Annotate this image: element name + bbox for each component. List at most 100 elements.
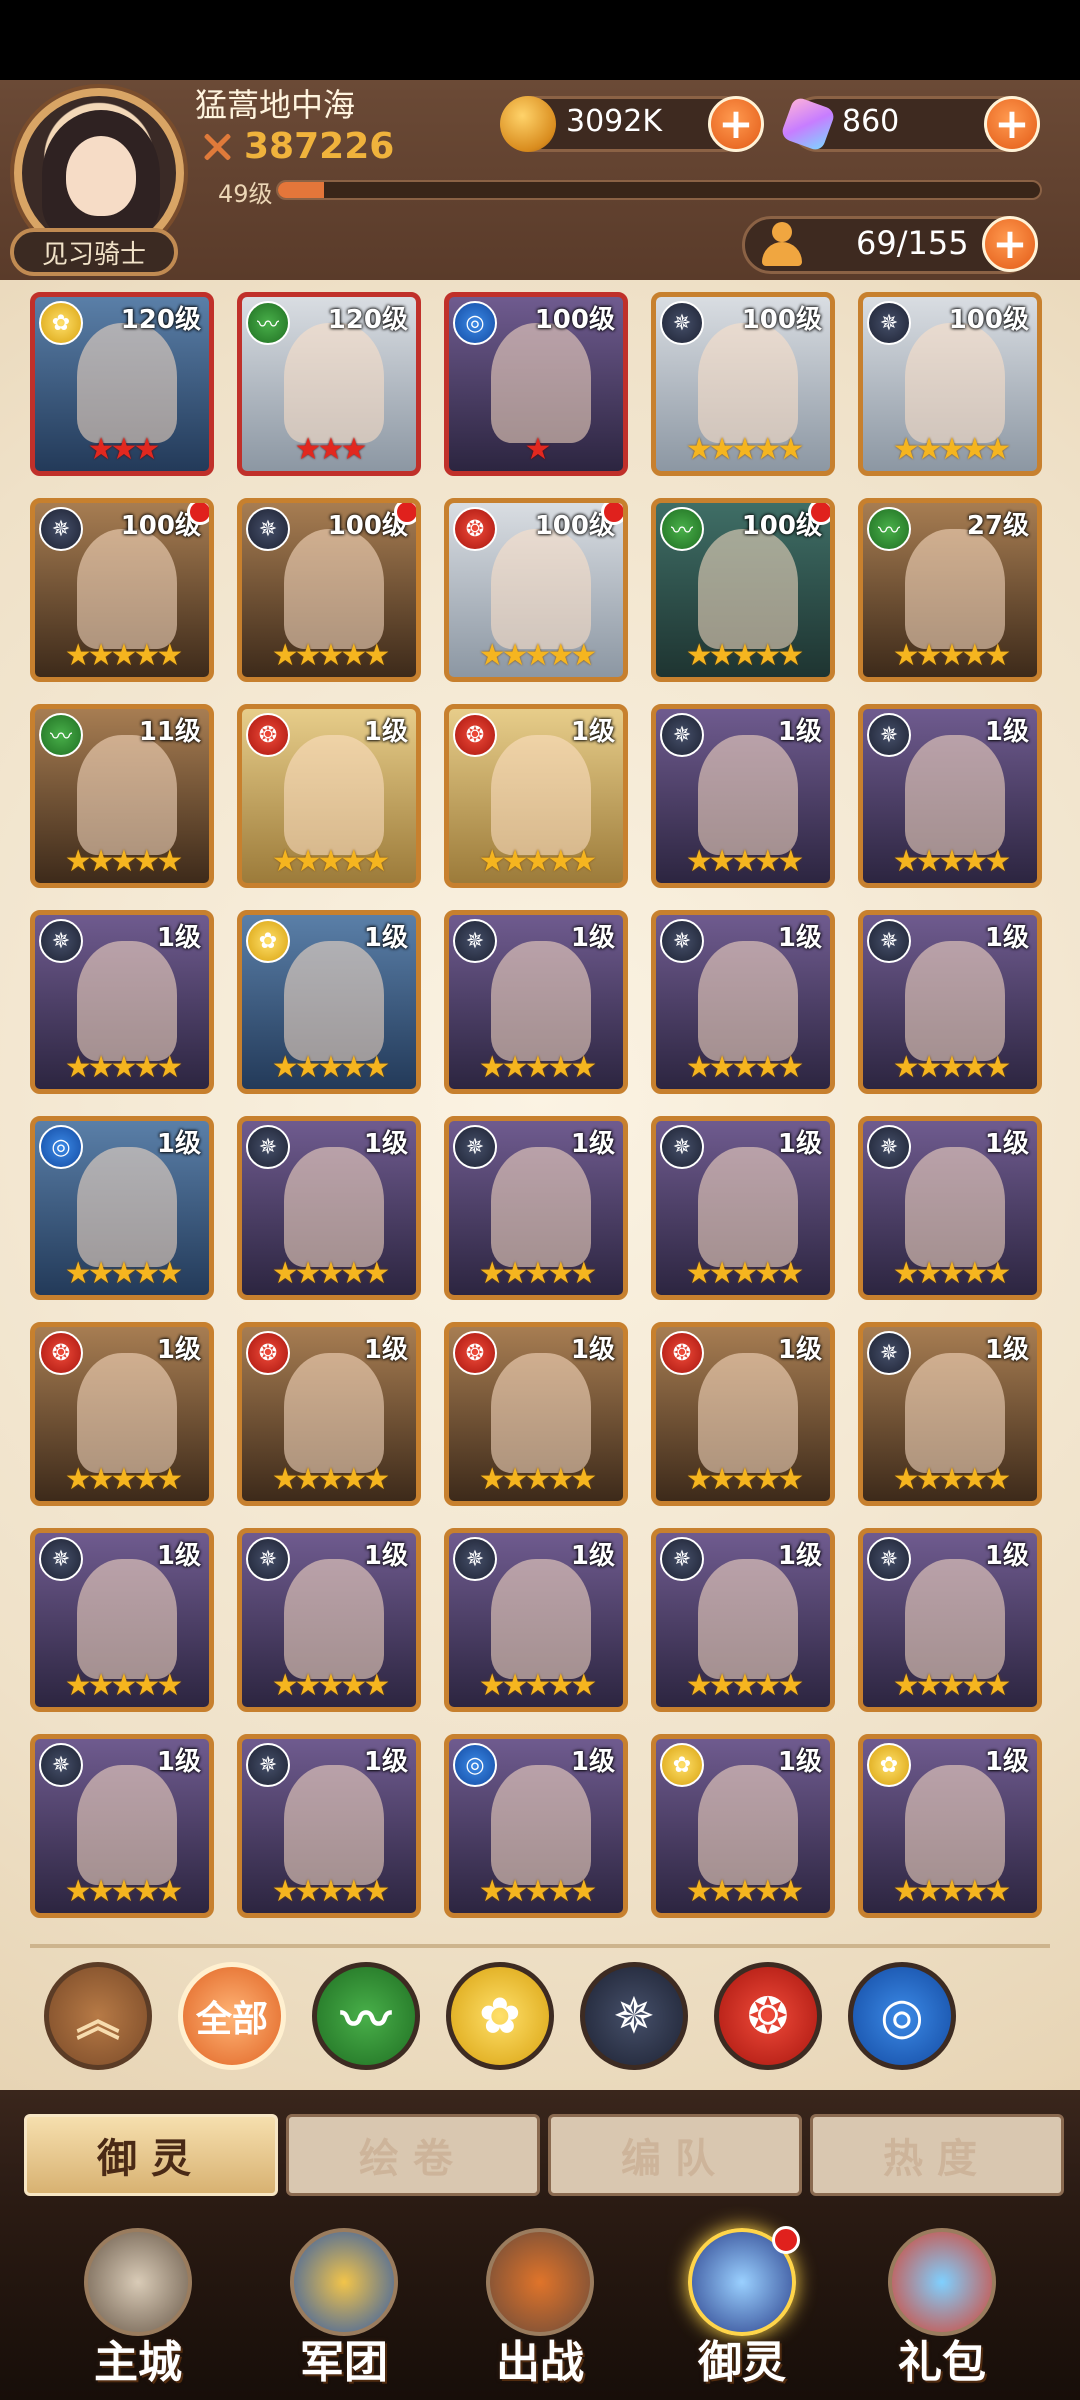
hero-card[interactable]: ✿ 1级 ★★★★★ xyxy=(237,910,421,1094)
hero-card[interactable]: 〰 120级 ★★★ xyxy=(237,292,421,476)
nav-main-city[interactable]: 主城 xyxy=(48,2222,228,2400)
hero-card[interactable]: ✵ 1级 ★★★★★ xyxy=(237,1734,421,1918)
hero-card[interactable]: ◎ 100级 ★ xyxy=(444,292,628,476)
hero-level: 1级 xyxy=(777,717,822,747)
nav-legion[interactable]: 军团 xyxy=(254,2222,434,2400)
add-troop-capacity-button[interactable]: + xyxy=(982,216,1038,272)
add-gold-button[interactable]: + xyxy=(708,96,764,152)
star-rating: ★★★★★ xyxy=(892,1668,1011,1703)
hero-portrait xyxy=(698,323,798,443)
hero-card[interactable]: ✵ 1级 ★★★★★ xyxy=(858,704,1042,888)
hero-card[interactable]: ❂ 100级 ★★★★★ xyxy=(444,498,628,682)
star-rating: ★★★★★ xyxy=(64,1668,183,1703)
hero-card[interactable]: ✿ 1级 ★★★★★ xyxy=(858,1734,1042,1918)
hero-card[interactable]: ✿ 120级 ★★★ xyxy=(30,292,214,476)
fire-element-icon: ❂ xyxy=(660,1331,704,1375)
hero-portrait xyxy=(905,323,1005,443)
hero-card[interactable]: ✵ 1级 ★★★★★ xyxy=(30,1734,214,1918)
hero-card[interactable]: 〰 11级 ★★★★★ xyxy=(30,704,214,888)
hero-level: 100级 xyxy=(741,305,822,335)
dark-element-icon: ✵ xyxy=(867,301,911,345)
hero-card[interactable]: ✵ 1级 ★★★★★ xyxy=(858,1322,1042,1506)
hero-level: 1级 xyxy=(363,1129,408,1159)
hero-card[interactable]: ◎ 1级 ★★★★★ xyxy=(444,1734,628,1918)
castle-icon xyxy=(84,2228,192,2336)
hero-level: 1级 xyxy=(156,1129,201,1159)
hero-card[interactable]: ❂ 1级 ★★★★★ xyxy=(444,704,628,888)
hero-card[interactable]: 〰 100级 ★★★★★ xyxy=(651,498,835,682)
water-element-icon: ◎ xyxy=(39,1125,83,1169)
tab-formation[interactable]: 编队 xyxy=(548,2114,802,2196)
filter-light-button[interactable]: ✿ xyxy=(446,1962,554,2070)
hero-card[interactable]: ✵ 100级 ★★★★★ xyxy=(30,498,214,682)
hero-card[interactable]: ❂ 1级 ★★★★★ xyxy=(237,704,421,888)
star-rating: ★★★★★ xyxy=(478,1668,597,1703)
dark-element-icon: ✵ xyxy=(660,919,704,963)
chevron-up-icon[interactable]: ︽ xyxy=(44,1962,152,2070)
hero-portrait xyxy=(491,1147,591,1267)
hero-portrait xyxy=(905,1559,1005,1679)
hero-level: 100级 xyxy=(948,305,1029,335)
fire-element-icon: ❂ xyxy=(453,1331,497,1375)
hero-card[interactable]: ◎ 1级 ★★★★★ xyxy=(30,1116,214,1300)
hero-level: 1级 xyxy=(777,1129,822,1159)
star-rating: ★★★★★ xyxy=(685,1874,804,1909)
dark-element-icon: ✵ xyxy=(660,713,704,757)
nav-battle[interactable]: 出战 xyxy=(450,2222,630,2400)
tab-spirits[interactable]: 御灵 xyxy=(24,2114,278,2196)
hero-card[interactable]: 〰 27级 ★★★★★ xyxy=(858,498,1042,682)
filter-dark-button[interactable]: ✵ xyxy=(580,1962,688,2070)
hero-card[interactable]: ✵ 1级 ★★★★★ xyxy=(30,1528,214,1712)
tab-scrolls[interactable]: 绘卷 xyxy=(286,2114,540,2196)
star-rating: ★★★★★ xyxy=(271,1050,390,1085)
hero-card[interactable]: ✵ 100级 ★★★★★ xyxy=(651,292,835,476)
hero-card[interactable]: ✵ 1级 ★★★★★ xyxy=(858,1116,1042,1300)
hero-level: 1级 xyxy=(156,923,201,953)
filter-wind-button[interactable]: 〰 xyxy=(312,1962,420,2070)
hero-card[interactable]: ❂ 1级 ★★★★★ xyxy=(651,1322,835,1506)
hero-portrait xyxy=(284,941,384,1061)
dark-element-icon: ✵ xyxy=(246,1537,290,1581)
star-rating: ★★★★★ xyxy=(685,638,804,673)
hero-portrait xyxy=(698,735,798,855)
hero-card[interactable]: ❂ 1级 ★★★★★ xyxy=(30,1322,214,1506)
hero-card[interactable]: ✵ 1级 ★★★★★ xyxy=(858,1528,1042,1712)
hero-card[interactable]: ✵ 1级 ★★★★★ xyxy=(237,1528,421,1712)
hero-level: 1级 xyxy=(363,923,408,953)
hero-card[interactable]: ✵ 1级 ★★★★★ xyxy=(444,1116,628,1300)
hero-card[interactable]: ❂ 1级 ★★★★★ xyxy=(237,1322,421,1506)
nav-spirits[interactable]: 御灵 xyxy=(652,2222,832,2400)
hero-level: 1级 xyxy=(570,717,615,747)
add-gems-button[interactable]: + xyxy=(984,96,1040,152)
hero-card[interactable]: ✵ 1级 ★★★★★ xyxy=(651,1116,835,1300)
hero-card[interactable]: ✿ 1级 ★★★★★ xyxy=(651,1734,835,1918)
light-element-icon: ✿ xyxy=(246,919,290,963)
hero-portrait xyxy=(905,735,1005,855)
hero-card[interactable]: ✵ 1级 ★★★★★ xyxy=(651,1528,835,1712)
filter-all-button[interactable]: 全部 xyxy=(178,1962,286,2070)
hero-card[interactable]: ✵ 1级 ★★★★★ xyxy=(651,704,835,888)
hero-card[interactable]: ✵ 1级 ★★★★★ xyxy=(858,910,1042,1094)
hero-card[interactable]: ✵ 1级 ★★★★★ xyxy=(30,910,214,1094)
hero-level: 120级 xyxy=(120,305,201,335)
hero-card[interactable]: ❂ 1级 ★★★★★ xyxy=(444,1322,628,1506)
hero-card[interactable]: ✵ 100级 ★★★★★ xyxy=(858,292,1042,476)
nav-label: 主城 xyxy=(94,2337,182,2388)
hero-card[interactable]: ✵ 100级 ★★★★★ xyxy=(237,498,421,682)
dark-element-icon: ✵ xyxy=(867,1331,911,1375)
star-rating: ★★★★★ xyxy=(685,1050,804,1085)
hero-card[interactable]: ✵ 1级 ★★★★★ xyxy=(444,1528,628,1712)
hero-card[interactable]: ✵ 1级 ★★★★★ xyxy=(237,1116,421,1300)
hero-card[interactable]: ✵ 1级 ★★★★★ xyxy=(444,910,628,1094)
hero-level: 1级 xyxy=(570,1335,615,1365)
nav-gift-pack[interactable]: 礼包 xyxy=(852,2222,1032,2400)
wind-element-icon: 〰 xyxy=(867,507,911,551)
hero-card[interactable]: ✵ 1级 ★★★★★ xyxy=(651,910,835,1094)
hero-level: 120级 xyxy=(327,305,408,335)
tab-popularity[interactable]: 热度 xyxy=(810,2114,1064,2196)
filter-water-button[interactable]: ◎ xyxy=(848,1962,956,2070)
star-rating: ★★★★★ xyxy=(271,1256,390,1291)
dark-element-icon: ✵ xyxy=(660,301,704,345)
filter-fire-button[interactable]: ❂ xyxy=(714,1962,822,2070)
water-element-icon: ◎ xyxy=(453,1743,497,1787)
